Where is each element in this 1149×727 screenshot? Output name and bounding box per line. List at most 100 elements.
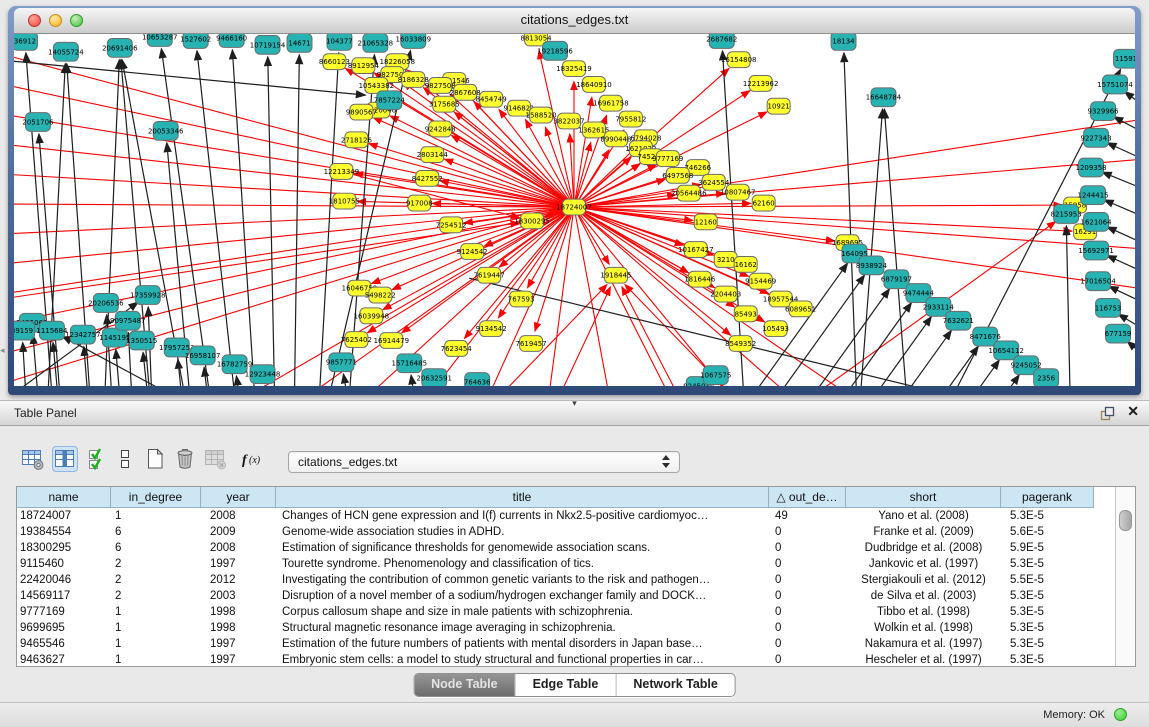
graph-edge[interactable] — [197, 51, 235, 386]
column-header-short[interactable]: short — [846, 487, 1001, 508]
graph-node[interactable]: 18640910 — [576, 77, 611, 93]
graph-edge[interactable] — [1107, 143, 1135, 160]
scrollbar-thumb[interactable] — [1119, 510, 1132, 531]
graph-node[interactable]: 17359928 — [130, 286, 165, 305]
tab-edge-table[interactable]: Edge Table — [515, 674, 616, 696]
graph-node[interactable]: 15716485 — [392, 354, 427, 373]
graph-node[interactable]: 21065328 — [358, 34, 393, 52]
graph-edge[interactable] — [574, 207, 609, 386]
graph-node[interactable]: 12160 — [694, 214, 717, 230]
graph-node[interactable]: 3175685 — [429, 96, 460, 112]
table-row[interactable]: 969969511998Structural magnetic resonanc… — [17, 620, 1135, 636]
graph-node[interactable]: 9890567 — [346, 104, 377, 120]
minimize-window-icon[interactable] — [49, 14, 62, 27]
graph-node[interactable]: 9777169 — [652, 151, 683, 167]
graph-node[interactable]: 1810755 — [329, 193, 360, 209]
panel-grip-icon[interactable]: ◂ — [0, 345, 5, 356]
table-row[interactable]: 1872400712008Changes of HCN gene express… — [17, 508, 1135, 524]
graph-edge[interactable] — [343, 374, 347, 386]
graph-node[interactable]: 20632591 — [417, 369, 452, 386]
graph-edge[interactable] — [574, 207, 1072, 231]
graph-node[interactable]: 7857224 — [374, 91, 406, 110]
graph-node[interactable]: 9124542 — [457, 244, 488, 260]
graph-node[interactable]: 917008 — [406, 195, 433, 211]
network-graph[interactable]: 1872400786601238912954182260589827503105… — [14, 34, 1135, 386]
select-rows-button[interactable] — [86, 446, 112, 472]
table-row[interactable]: 911546021997Tourette syndrome. Phenomeno… — [17, 556, 1135, 572]
graph-node[interactable]: 7955812 — [615, 111, 646, 127]
zoom-window-icon[interactable] — [70, 14, 83, 27]
column-header-out_de[interactable]: △ out_de… — [769, 487, 846, 508]
graph-node[interactable]: 9242848 — [425, 121, 456, 137]
graph-node[interactable]: 85493 — [734, 306, 757, 322]
network-window-titlebar[interactable]: citations_edges.txt — [14, 8, 1135, 34]
graph-node[interactable]: 8912954 — [348, 58, 380, 74]
graph-node[interactable]: 90975487 — [110, 311, 145, 330]
close-window-icon[interactable] — [28, 14, 41, 27]
table-selector-dropdown[interactable]: citations_edges.txt — [288, 451, 680, 473]
close-panel-icon[interactable]: ✕ — [1127, 403, 1139, 420]
graph-node[interactable]: 7619457 — [516, 336, 547, 352]
graph-edge[interactable] — [23, 342, 26, 386]
graph-node[interactable]: 2204403 — [710, 286, 741, 302]
graph-node[interactable]: 16648784 — [866, 88, 902, 107]
graph-edge[interactable] — [622, 287, 679, 386]
graph-node[interactable]: 105493 — [762, 321, 789, 337]
graph-node[interactable]: 1115684 — [36, 321, 68, 340]
graph-node[interactable]: 11591 — [1114, 49, 1135, 68]
tab-node-table[interactable]: Node Table — [414, 674, 514, 696]
graph-node[interactable]: 9227343 — [1081, 128, 1112, 147]
graph-edge[interactable] — [1107, 255, 1135, 272]
graph-edge[interactable] — [844, 53, 857, 386]
graph-node[interactable]: 16039948 — [354, 308, 389, 324]
graph-edge[interactable] — [14, 207, 574, 234]
graph-edge[interactable] — [451, 135, 574, 207]
graph-node[interactable]: 9134542 — [476, 321, 507, 337]
graph-node[interactable]: 104377 — [326, 34, 353, 50]
column-header-pagerank[interactable]: pagerank — [1001, 487, 1094, 508]
graph-node[interactable]: 16154808 — [721, 52, 756, 68]
graph-node[interactable]: 10653287 — [142, 34, 177, 46]
graph-node[interactable]: 677159 — [1105, 324, 1132, 343]
graph-edge[interactable] — [834, 317, 932, 386]
graph-edge[interactable] — [14, 207, 574, 263]
table-row[interactable]: 1456911722003Disruption of a novel membe… — [17, 588, 1135, 604]
table-row[interactable]: 946554611997Estimation of the future num… — [17, 636, 1135, 652]
column-header-name[interactable]: name — [17, 487, 111, 508]
graph-node[interactable]: 1621064 — [1081, 212, 1113, 231]
graph-node[interactable]: 1527602 — [180, 34, 211, 48]
column-header-in_degree[interactable]: in_degree — [111, 487, 201, 508]
graph-node[interactable]: 7625402 — [341, 332, 372, 348]
graph-edge[interactable] — [14, 115, 574, 207]
graph-node[interactable]: 1244415 — [1078, 186, 1109, 205]
graph-node[interactable]: 18325419 — [556, 61, 591, 77]
graph-node[interactable]: 8215953 — [1051, 205, 1082, 224]
graph-edge[interactable] — [1066, 226, 1070, 386]
graph-node[interactable]: 1209358 — [1076, 158, 1107, 177]
graph-node[interactable]: 20206536 — [88, 294, 123, 313]
graph-node[interactable]: 62160 — [752, 195, 775, 211]
table-settings-button[interactable] — [20, 446, 46, 472]
graph-node[interactable]: 15692971 — [1078, 241, 1113, 260]
graph-node[interactable]: 1350515 — [126, 331, 157, 350]
graph-edge[interactable] — [1114, 117, 1135, 133]
table-row[interactable]: 977716911998Corpus callosum shape and si… — [17, 604, 1135, 620]
graph-node[interactable]: 14671 — [287, 34, 312, 52]
graph-node[interactable]: 16033809 — [396, 34, 431, 48]
graph-edge[interactable] — [1104, 200, 1135, 217]
graph-node[interactable]: 19218596 — [537, 41, 572, 60]
graph-node[interactable]: 10719154 — [250, 35, 286, 54]
graph-edge[interactable] — [884, 109, 906, 386]
network-canvas[interactable]: 1872400786601238912954182260589827503105… — [14, 34, 1135, 386]
graph-node[interactable]: 7632621 — [943, 311, 974, 330]
graph-node[interactable]: 20691406 — [102, 38, 137, 57]
table-row[interactable]: 1938455462009Genome-wide association stu… — [17, 524, 1135, 540]
table-row[interactable]: 946362711997Embryonic stem cells: a mode… — [17, 652, 1135, 667]
graph-node[interactable]: 12213962 — [743, 76, 778, 92]
graph-node[interactable]: 12342757 — [65, 325, 100, 344]
graph-node[interactable]: 7254512 — [436, 217, 467, 233]
graph-edge[interactable] — [921, 375, 1019, 386]
graph-node[interactable]: 767593 — [508, 291, 535, 307]
table-row[interactable]: 1830029562008Estimation of significance … — [17, 540, 1135, 556]
graph-node[interactable]: 6497568 — [662, 167, 693, 183]
